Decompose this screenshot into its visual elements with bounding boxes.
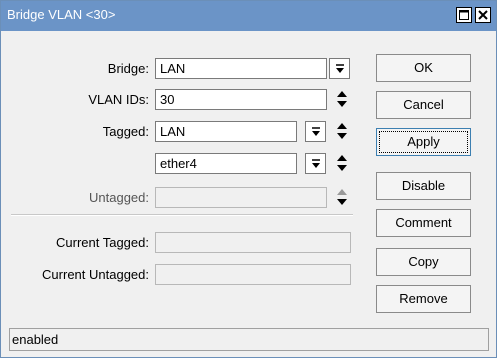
tagged-select-2[interactable]: ether4 <box>155 153 297 174</box>
section-divider <box>11 214 353 216</box>
cancel-button[interactable]: Cancel <box>376 91 471 119</box>
copy-button[interactable]: Copy <box>376 248 471 276</box>
tagged-dropdown-button-1[interactable] <box>305 121 326 142</box>
tagged-updown-icon-2[interactable] <box>335 153 349 173</box>
status-bar: enabled <box>9 328 489 351</box>
close-icon[interactable] <box>475 7 491 23</box>
vlan-ids-updown-icon[interactable] <box>335 89 349 109</box>
cancel-button-label: Cancel <box>403 97 444 112</box>
bridge-dropdown-button[interactable] <box>329 58 350 79</box>
dropdown-arrow-icon <box>312 127 320 136</box>
untagged-updown-icon[interactable] <box>335 187 349 207</box>
copy-button-label: Copy <box>408 254 439 269</box>
status-text: enabled <box>12 332 59 347</box>
bridge-label: Bridge: <box>107 61 149 76</box>
current-tagged-field <box>155 232 351 253</box>
vlan-ids-label: VLAN IDs: <box>88 92 149 107</box>
apply-button-label: Apply <box>407 134 440 149</box>
tagged-label: Tagged: <box>102 124 149 139</box>
tagged-dropdown-button-2[interactable] <box>305 153 326 174</box>
untagged-label: Untagged: <box>89 190 149 205</box>
tagged-select-1[interactable]: LAN <box>155 121 297 142</box>
ok-button[interactable]: OK <box>376 54 471 82</box>
untagged-select[interactable] <box>155 187 327 208</box>
current-untagged-label: Current Untagged: <box>42 267 149 282</box>
maximize-icon[interactable] <box>456 7 472 23</box>
dropdown-arrow-icon <box>312 159 320 168</box>
tagged-updown-icon-1[interactable] <box>335 121 349 141</box>
ok-button-label: OK <box>414 60 433 75</box>
current-tagged-label: Current Tagged: <box>56 235 149 250</box>
remove-button[interactable]: Remove <box>376 285 471 313</box>
comment-button-label: Comment <box>395 215 452 230</box>
comment-button[interactable]: Comment <box>376 209 471 237</box>
remove-button-label: Remove <box>399 291 448 306</box>
dropdown-arrow-icon <box>336 64 344 73</box>
bridge-select[interactable]: LAN <box>155 58 327 79</box>
bridge-vlan-window: Bridge VLAN <30> Bridge: LAN VLAN IDs: 3… <box>0 0 497 358</box>
disable-button[interactable]: Disable <box>376 172 471 200</box>
disable-button-label: Disable <box>401 178 446 193</box>
current-untagged-field <box>155 264 351 285</box>
vlan-ids-input[interactable]: 30 <box>155 89 327 110</box>
apply-button[interactable]: Apply <box>376 128 471 156</box>
window-title: Bridge VLAN <30> <box>7 7 116 22</box>
title-bar[interactable]: Bridge VLAN <30> <box>1 1 496 31</box>
